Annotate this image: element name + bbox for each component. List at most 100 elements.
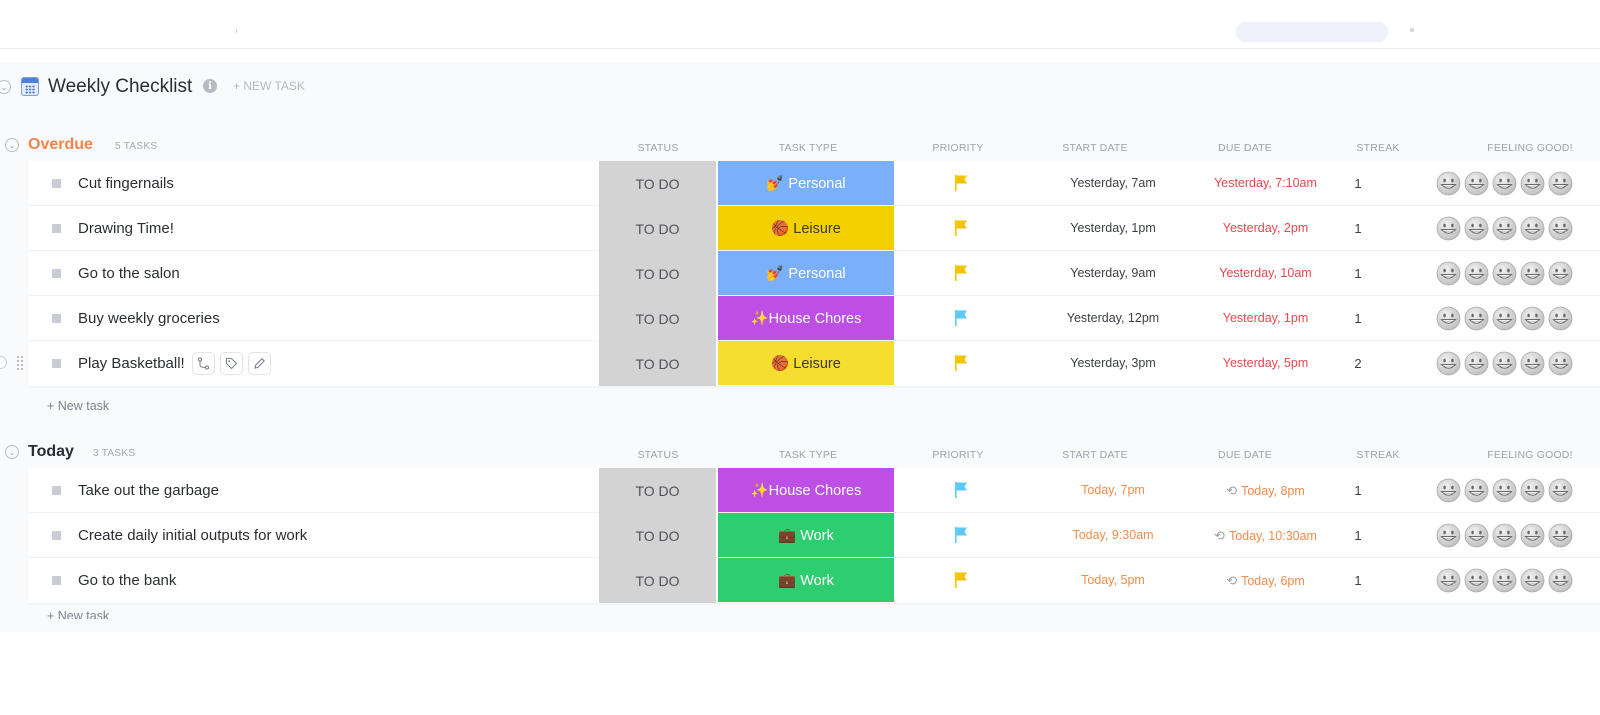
status-square-icon[interactable]	[52, 179, 61, 188]
streak-value[interactable]: 1	[1338, 221, 1378, 236]
new-task-button[interactable]: + NEW TASK	[233, 79, 305, 93]
status-square-icon[interactable]	[52, 224, 61, 233]
start-date[interactable]: Yesterday, 3pm	[1038, 356, 1188, 370]
smiley-face-icon[interactable]	[1492, 523, 1517, 548]
due-date[interactable]: Yesterday, 7:10am	[1178, 176, 1353, 190]
feeling-rating[interactable]	[1436, 523, 1573, 548]
column-header-task-type[interactable]: TASK TYPE	[758, 449, 858, 461]
smiley-face-icon[interactable]	[1436, 568, 1461, 593]
add-task-button[interactable]: + New task	[47, 399, 109, 413]
feeling-rating[interactable]	[1436, 351, 1573, 376]
smiley-face-icon[interactable]	[1548, 171, 1573, 196]
rename-button[interactable]	[248, 352, 271, 375]
task-type-cell[interactable]: ✨House Chores	[718, 468, 894, 512]
priority-flag-icon[interactable]	[954, 354, 968, 372]
smiley-face-icon[interactable]	[1520, 351, 1545, 376]
feeling-rating[interactable]	[1436, 306, 1573, 331]
column-header-feeling-good[interactable]: FEELING GOOD!	[1480, 449, 1580, 461]
due-date[interactable]: ⟲ Today, 6pm	[1178, 573, 1353, 589]
search-bar[interactable]	[1236, 22, 1388, 42]
smiley-face-icon[interactable]	[1492, 568, 1517, 593]
status-square-icon[interactable]	[52, 531, 61, 540]
task-row[interactable]: Go to the salon TO DO 💅 Personal Yesterd…	[28, 251, 1600, 296]
smiley-face-icon[interactable]	[1520, 216, 1545, 241]
start-date[interactable]: Yesterday, 1pm	[1038, 221, 1188, 235]
task-row-hovered[interactable]: Play Basketball! TO DO 🏀 Leisure Yesterd…	[0, 341, 1600, 386]
smiley-face-icon[interactable]	[1464, 478, 1489, 503]
task-name[interactable]: Take out the garbage	[78, 482, 219, 499]
smiley-face-icon[interactable]	[1548, 261, 1573, 286]
status-square-icon[interactable]	[52, 576, 61, 585]
column-header-due-date[interactable]: DUE DATE	[1195, 142, 1295, 154]
feeling-rating[interactable]	[1436, 261, 1573, 286]
collapse-group-icon[interactable]: ⌄	[5, 138, 19, 152]
task-name[interactable]: Create daily initial outputs for work	[78, 527, 307, 544]
task-type-cell[interactable]: 💅 Personal	[718, 161, 894, 205]
smiley-face-icon[interactable]	[1548, 478, 1573, 503]
status-cell[interactable]: TO DO	[599, 513, 716, 558]
task-type-cell[interactable]: ✨House Chores	[718, 296, 894, 340]
smiley-face-icon[interactable]	[1464, 351, 1489, 376]
status-square-icon[interactable]	[52, 359, 61, 368]
task-type-cell[interactable]: 🏀 Leisure	[718, 206, 894, 250]
smiley-face-icon[interactable]	[1492, 261, 1517, 286]
collapse-group-icon[interactable]: ⌄	[5, 445, 19, 459]
smiley-face-icon[interactable]	[1464, 306, 1489, 331]
column-header-streak[interactable]: STREAK	[1338, 449, 1418, 461]
due-date[interactable]: Yesterday, 2pm	[1178, 221, 1353, 235]
task-name[interactable]: Drawing Time!	[78, 220, 174, 237]
smiley-face-icon[interactable]	[1492, 216, 1517, 241]
smiley-face-icon[interactable]	[1492, 351, 1517, 376]
status-cell[interactable]: TO DO	[599, 251, 716, 296]
smiley-face-icon[interactable]	[1464, 568, 1489, 593]
column-header-start-date[interactable]: START DATE	[1040, 449, 1150, 461]
start-date[interactable]: Today, 5pm	[1038, 573, 1188, 587]
add-tag-button[interactable]	[220, 352, 243, 375]
streak-value[interactable]: 1	[1338, 573, 1378, 588]
drag-handle-icon[interactable]	[16, 355, 24, 371]
column-header-status[interactable]: STATUS	[618, 449, 698, 461]
smiley-face-icon[interactable]	[1492, 171, 1517, 196]
smiley-face-icon[interactable]	[1492, 306, 1517, 331]
priority-flag-icon[interactable]	[954, 219, 968, 237]
column-header-status[interactable]: STATUS	[618, 142, 698, 154]
start-date[interactable]: Yesterday, 9am	[1038, 266, 1188, 280]
smiley-face-icon[interactable]	[1436, 171, 1461, 196]
task-type-cell[interactable]: 🏀 Leisure	[718, 341, 894, 385]
smiley-face-icon[interactable]	[1436, 478, 1461, 503]
task-row[interactable]: Take out the garbage TO DO ✨House Chores…	[28, 468, 1600, 513]
column-header-priority[interactable]: PRIORITY	[918, 449, 998, 461]
due-date[interactable]: ⟲ Today, 8pm	[1178, 483, 1353, 499]
subtask-button[interactable]	[192, 352, 215, 375]
smiley-face-icon[interactable]	[1520, 261, 1545, 286]
due-date[interactable]: Yesterday, 5pm	[1178, 356, 1353, 370]
smiley-face-icon[interactable]	[1464, 171, 1489, 196]
task-row[interactable]: Go to the bank TO DO 💼 Work Today, 5pm ⟲…	[28, 558, 1600, 603]
streak-value[interactable]: 1	[1338, 311, 1378, 326]
smiley-face-icon[interactable]	[1464, 261, 1489, 286]
smiley-face-icon[interactable]	[1436, 351, 1461, 376]
streak-value[interactable]: 1	[1338, 266, 1378, 281]
add-task-button[interactable]: + New task	[47, 609, 109, 619]
smiley-face-icon[interactable]	[1436, 523, 1461, 548]
feeling-rating[interactable]	[1436, 216, 1573, 241]
priority-flag-icon[interactable]	[954, 174, 968, 192]
smiley-face-icon[interactable]	[1548, 351, 1573, 376]
smiley-face-icon[interactable]	[1520, 171, 1545, 196]
start-date[interactable]: Today, 7pm	[1038, 483, 1188, 497]
smiley-face-icon[interactable]	[1548, 306, 1573, 331]
streak-value[interactable]: 1	[1338, 483, 1378, 498]
priority-flag-icon[interactable]	[954, 571, 968, 589]
status-square-icon[interactable]	[52, 314, 61, 323]
smiley-face-icon[interactable]	[1464, 216, 1489, 241]
smiley-face-icon[interactable]	[1436, 306, 1461, 331]
status-square-icon[interactable]	[52, 486, 61, 495]
status-square-icon[interactable]	[52, 269, 61, 278]
smiley-face-icon[interactable]	[1520, 306, 1545, 331]
priority-flag-icon[interactable]	[954, 481, 968, 499]
smiley-face-icon[interactable]	[1548, 568, 1573, 593]
status-cell[interactable]: TO DO	[599, 468, 716, 513]
smiley-face-icon[interactable]	[1548, 523, 1573, 548]
smiley-face-icon[interactable]	[1436, 261, 1461, 286]
task-row[interactable]: Create daily initial outputs for work TO…	[28, 513, 1600, 558]
